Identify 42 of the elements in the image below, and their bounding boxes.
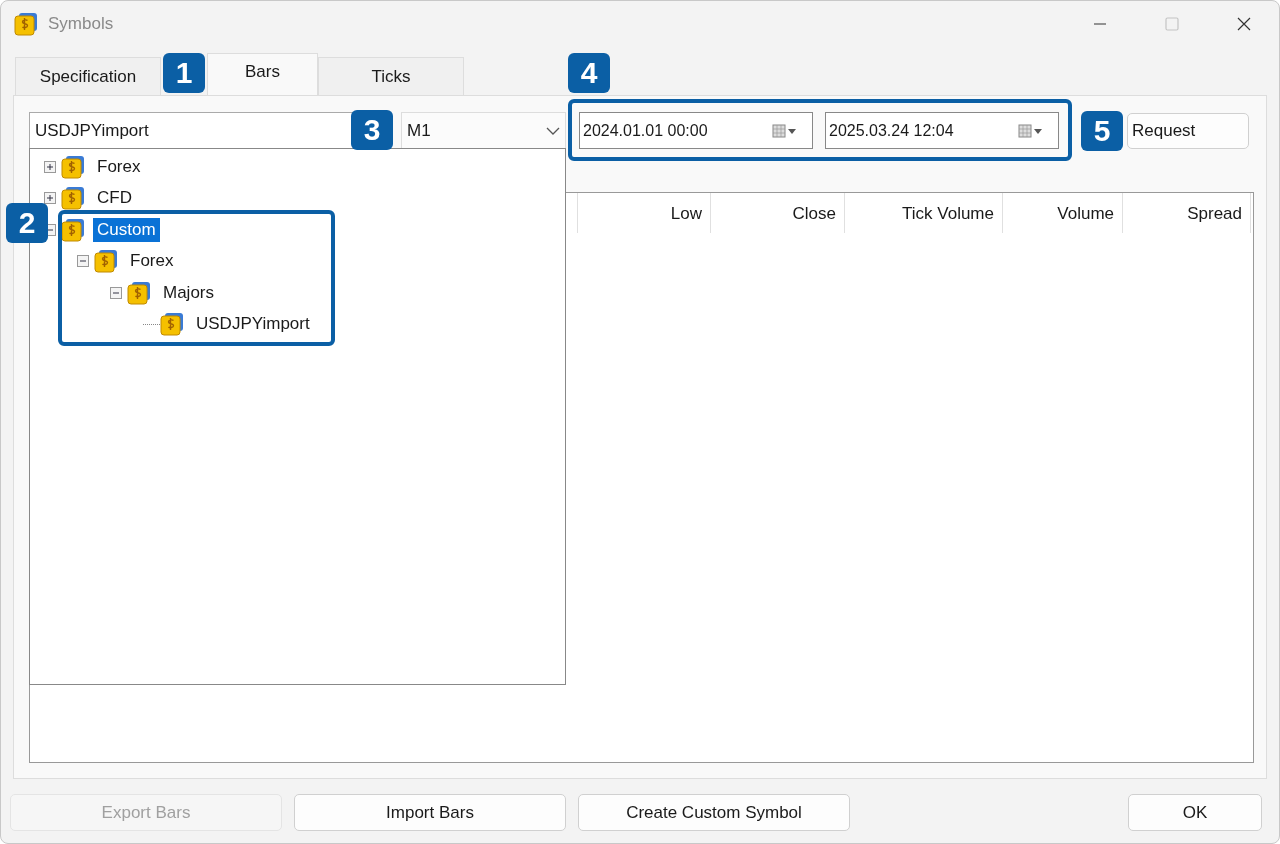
tab[interactable]: Ticks	[318, 57, 464, 95]
date-field[interactable]: 2025.03.24 12:04	[825, 112, 1059, 149]
coin-icon	[14, 12, 38, 36]
date-field[interactable]: 2024.01.01 00:00	[579, 112, 813, 149]
callout-number: 1	[163, 53, 205, 93]
tab[interactable]: Bars	[207, 53, 318, 95]
tree-item[interactable]: Forex	[93, 154, 145, 179]
calendar-icon	[1018, 122, 1044, 139]
expand-icon[interactable]	[44, 192, 56, 205]
tree-item[interactable]: Forex	[126, 249, 178, 274]
dialog-button[interactable]: OK	[1128, 794, 1262, 831]
tree-item[interactable]: Custom	[93, 217, 160, 242]
tab[interactable]: Specification	[15, 57, 161, 95]
column-header[interactable]: Spread	[1123, 193, 1251, 233]
tree-item[interactable]: CFD	[93, 186, 136, 211]
callout-number: 4	[568, 53, 610, 93]
request-button[interactable]: Request	[1127, 112, 1249, 149]
dialog-button[interactable]: Import Bars	[294, 794, 566, 831]
dialog-button[interactable]: Create Custom Symbol	[578, 794, 850, 831]
calendar-icon	[772, 122, 798, 139]
close-icon[interactable]	[1237, 17, 1251, 31]
column-header[interactable]: Low	[578, 193, 711, 233]
column-header[interactable]: Close	[711, 193, 845, 233]
coin-icon	[61, 154, 85, 179]
callout-number: 2	[6, 203, 48, 243]
coin-icon	[61, 217, 85, 242]
chevron-icon	[546, 126, 560, 135]
column-header[interactable]: Volume	[1003, 193, 1123, 233]
coin-icon	[127, 280, 151, 305]
expand-icon[interactable]	[44, 160, 56, 173]
tree-item[interactable]: USDJPYimport	[192, 312, 314, 337]
coin-icon	[160, 312, 184, 337]
callout-number: 3	[351, 110, 393, 150]
column-header[interactable]: Tick Volume	[845, 193, 1003, 233]
collapse-icon[interactable]	[77, 255, 89, 268]
window-title: Symbols	[48, 14, 114, 34]
callout-number: 5	[1081, 111, 1123, 151]
coin-icon	[61, 186, 85, 211]
coin-icon	[94, 249, 118, 274]
collapse-icon[interactable]	[110, 286, 122, 299]
timeframe-dropdown[interactable]: M1	[401, 112, 566, 149]
tree-item[interactable]: Majors	[159, 280, 218, 305]
